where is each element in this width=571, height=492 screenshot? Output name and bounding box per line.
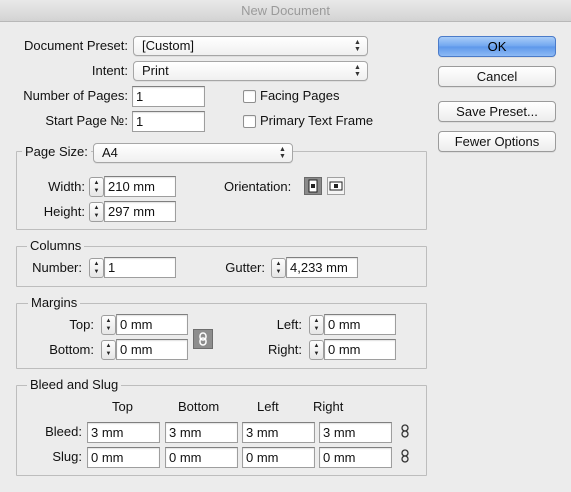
slug-top-field[interactable]: 0 mm xyxy=(87,447,160,468)
margin-left-stepper[interactable]: ▲ ▼ xyxy=(309,315,324,335)
ok-button[interactable]: OK xyxy=(438,36,556,57)
document-preset-value: [Custom] xyxy=(142,38,195,53)
gutter-field[interactable]: 4,233 mm xyxy=(286,257,358,278)
bleed-left-field[interactable]: 3 mm xyxy=(242,422,315,443)
chain-link-icon[interactable] xyxy=(399,449,411,463)
margin-bottom-field[interactable]: 0 mm xyxy=(116,339,188,360)
margin-top-field[interactable]: 0 mm xyxy=(116,314,188,335)
height-field[interactable]: 297 mm xyxy=(104,201,176,222)
bleed-right-field[interactable]: 3 mm xyxy=(319,422,392,443)
chain-link-icon xyxy=(199,332,207,346)
intent-label: Intent: xyxy=(91,63,128,78)
columns-number-field[interactable]: 1 xyxy=(104,257,176,278)
facing-pages-checkbox[interactable] xyxy=(243,90,256,103)
window-title: New Document xyxy=(241,3,330,18)
page-size-select[interactable]: A4 ▲ ▼ xyxy=(93,143,293,163)
save-preset-button[interactable]: Save Preset... xyxy=(438,101,556,122)
cancel-button[interactable]: Cancel xyxy=(438,66,556,87)
gutter-label: Gutter: xyxy=(225,260,265,275)
start-page-label: Start Page №: xyxy=(45,113,128,128)
columns-number-stepper[interactable]: ▲ ▼ xyxy=(89,258,104,278)
page-size-value: A4 xyxy=(102,145,118,160)
columns-title: Columns xyxy=(27,239,85,253)
bleed-bottom-field[interactable]: 3 mm xyxy=(165,422,238,443)
window-titlebar: New Document xyxy=(0,0,571,22)
bleed-top-field[interactable]: 3 mm xyxy=(87,422,160,443)
margin-top-label: Top: xyxy=(69,317,94,332)
intent-value: Print xyxy=(142,63,169,78)
number-of-pages-label: Number of Pages: xyxy=(23,88,128,103)
bleed-header-top: Top xyxy=(112,399,133,414)
make-margins-same-button[interactable] xyxy=(193,329,213,349)
primary-text-frame-checkbox[interactable] xyxy=(243,115,256,128)
bleed-header-right: Right xyxy=(313,399,344,414)
updown-arrows-icon: ▲ ▼ xyxy=(279,146,286,160)
margin-top-stepper[interactable]: ▲ ▼ xyxy=(101,315,116,335)
landscape-orientation-icon xyxy=(329,181,343,191)
columns-number-label: Number: xyxy=(32,260,82,275)
margin-bottom-label: Bottom: xyxy=(49,342,94,357)
updown-arrows-icon: ▲ ▼ xyxy=(354,64,361,78)
document-preset-label: Document Preset: xyxy=(23,38,128,53)
width-field[interactable]: 210 mm xyxy=(104,176,176,197)
bleed-and-slug-title: Bleed and Slug xyxy=(27,378,122,392)
landscape-orientation-button[interactable] xyxy=(327,177,345,195)
primary-text-frame-label[interactable]: Primary Text Frame xyxy=(260,113,373,129)
margin-left-field[interactable]: 0 mm xyxy=(324,314,396,335)
bleed-header-bottom: Bottom xyxy=(178,399,220,414)
portrait-orientation-icon xyxy=(308,179,318,193)
margin-right-stepper[interactable]: ▲ ▼ xyxy=(309,340,324,360)
updown-arrows-icon: ▲ ▼ xyxy=(354,39,361,53)
slug-right-field[interactable]: 0 mm xyxy=(319,447,392,468)
margin-right-field[interactable]: 0 mm xyxy=(324,339,396,360)
portrait-orientation-button[interactable] xyxy=(304,177,322,195)
slug-label: Slug: xyxy=(52,449,82,464)
width-label: Width: xyxy=(48,179,85,194)
intent-select[interactable]: Print ▲ ▼ xyxy=(133,61,368,81)
margins-title: Margins xyxy=(28,296,81,310)
gutter-stepper[interactable]: ▲ ▼ xyxy=(271,258,286,278)
fewer-options-button[interactable]: Fewer Options xyxy=(438,131,556,152)
margin-right-label: Right: xyxy=(268,342,302,357)
height-label: Height: xyxy=(43,204,85,219)
height-stepper[interactable]: ▲ ▼ xyxy=(89,202,104,222)
chain-link-icon[interactable] xyxy=(399,424,411,438)
facing-pages-label[interactable]: Facing Pages xyxy=(260,88,340,104)
width-stepper[interactable]: ▲ ▼ xyxy=(89,177,104,197)
margin-bottom-stepper[interactable]: ▲ ▼ xyxy=(101,340,116,360)
orientation-label: Orientation: xyxy=(224,179,292,194)
slug-bottom-field[interactable]: 0 mm xyxy=(165,447,238,468)
number-of-pages-field[interactable]: 1 xyxy=(132,86,205,107)
margin-left-label: Left: xyxy=(276,317,302,332)
start-page-field[interactable]: 1 xyxy=(132,111,205,132)
page-size-label: Page Size: xyxy=(22,145,91,159)
slug-left-field[interactable]: 0 mm xyxy=(242,447,315,468)
document-preset-select[interactable]: [Custom] ▲ ▼ xyxy=(133,36,368,56)
bleed-label: Bleed: xyxy=(45,424,82,439)
bleed-header-left: Left xyxy=(257,399,279,414)
